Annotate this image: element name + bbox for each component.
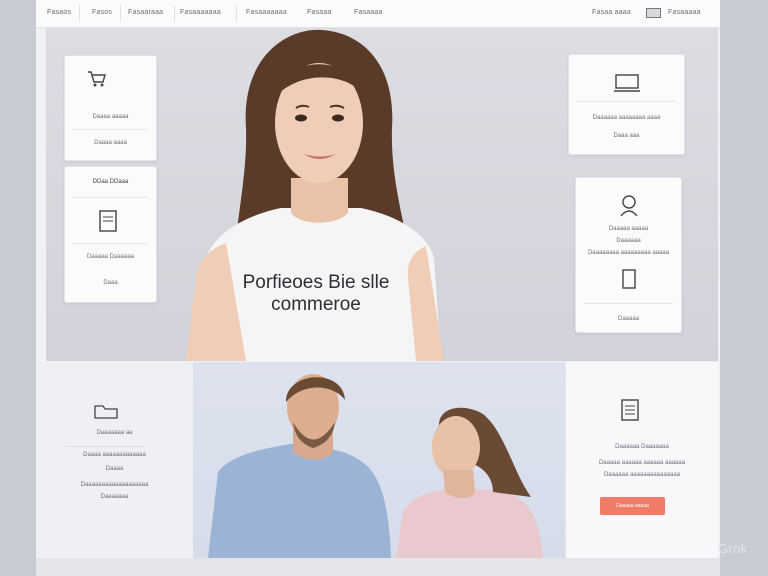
nav-divider <box>236 5 237 22</box>
lower-section: Daaaaaaa aa Daaaa aaaaaaaaaaaaa Daaaa Da… <box>36 362 720 558</box>
card-text: Daaa <box>103 280 118 286</box>
hero-caption-line-2: commeroe <box>271 294 361 315</box>
info-text: Daaaa <box>105 466 124 472</box>
info-text: Daaaaaa aaaaaaaaaaaaaaa <box>603 472 681 478</box>
nav-item-7[interactable]: Fasaaaa <box>354 9 383 16</box>
document-stack-icon <box>621 399 639 421</box>
nav-right-link-2[interactable]: Fasaaaaa <box>668 9 701 16</box>
card-text: Daaaaaa aaaaaaaa aaaa <box>592 115 661 121</box>
nav-item-6[interactable]: Fasaaa <box>307 9 332 16</box>
card-title: DDaa DDaaa <box>92 179 129 185</box>
card-text: Daaa aaa <box>613 133 640 139</box>
nav-item-1[interactable]: Fasaos <box>47 9 71 16</box>
feature-card-laptop[interactable]: Daaaaaa aaaaaaaa aaaa Daaa aaa <box>568 54 685 155</box>
card-divider <box>577 101 676 102</box>
hero-caption-line-1: Porfieoes Bie slle <box>242 272 390 293</box>
info-text: Daaaaaa Daaaaaaa <box>615 444 669 450</box>
document-icon <box>99 210 117 232</box>
info-text: Daaaaaaa aa <box>96 430 133 436</box>
nav-item-5[interactable]: Fasaaaaaaa <box>246 9 287 16</box>
card-text: Daaaa aaaa <box>94 140 127 146</box>
language-flag-icon[interactable] <box>646 8 661 18</box>
card-divider <box>73 243 148 244</box>
nav-divider <box>79 5 80 22</box>
page-frame: Fasaos Fasos Fasaaraaa Fasaaaaaaa Fasaaa… <box>36 0 720 576</box>
nav-item-2[interactable]: Fasos <box>92 9 112 16</box>
person-icon <box>620 195 638 217</box>
nav-divider <box>120 5 121 22</box>
hero-caption: Porfieoes Bie slle commeroe <box>241 272 391 316</box>
top-nav: Fasaos Fasos Fasaaraaa Fasaaaaaaa Fasaaa… <box>36 0 720 28</box>
feature-card-profile[interactable]: Daaaaa aaaaa Daaaaaa Daaaaaaaa aaaaaaaaa… <box>575 177 682 333</box>
card-text: Daaaaaaaa aaaaaaaaa aaaaa <box>587 250 670 256</box>
feature-card-cart[interactable]: Daaaa aaaaa Daaaa aaaa <box>64 55 157 161</box>
watermark: Grok <box>718 541 748 556</box>
couple-photo <box>193 362 565 558</box>
folder-icon <box>94 405 118 419</box>
couple-photo-illustration <box>208 374 543 558</box>
info-panel-right: Daaaaaa Daaaaaaa Daaaaa aaaaaa aaaaaa aa… <box>565 362 718 558</box>
nav-right-link[interactable]: Fasaa aaaa <box>592 9 631 16</box>
cta-button[interactable]: Daaaaa aaaaa <box>600 497 665 515</box>
info-text: Daaaa aaaaaaaaaaaaa <box>83 452 146 458</box>
card-text: Daaaaa <box>617 316 640 322</box>
card-divider <box>73 197 148 198</box>
feature-card-document[interactable]: DDaa DDaaa Daaaaa Daaaaaa Daaa <box>64 166 157 303</box>
nav-item-3[interactable]: Fasaaraaa <box>128 9 163 16</box>
card-divider <box>73 129 148 130</box>
nav-divider <box>174 5 175 22</box>
info-text: Daaaaa aaaaaa aaaaaa aaaaaa <box>598 460 686 466</box>
card-divider <box>584 303 673 304</box>
footer-strip <box>36 558 720 576</box>
card-text: Daaaaaa <box>616 238 641 244</box>
card-text: Daaaaa aaaaa <box>608 226 649 232</box>
info-text: Daaaaaaaaaaaaaaaaaaa <box>80 482 149 488</box>
info-panel-left: Daaaaaaa aa Daaaa aaaaaaaaaaaaa Daaaa Da… <box>36 362 193 558</box>
card-text: Daaaa aaaaa <box>92 114 129 120</box>
laptop-icon <box>614 74 640 92</box>
hero-banner: Porfieoes Bie slle commeroe Daaaa aaaaa … <box>46 28 718 361</box>
nav-item-4[interactable]: Fasaaaaaaa <box>180 9 221 16</box>
info-text: Daaaaaaa <box>100 494 129 500</box>
shopping-cart-icon <box>88 71 106 87</box>
tablet-icon <box>622 269 636 289</box>
info-divider <box>66 446 146 447</box>
card-text: Daaaaa Daaaaaa <box>86 254 135 260</box>
